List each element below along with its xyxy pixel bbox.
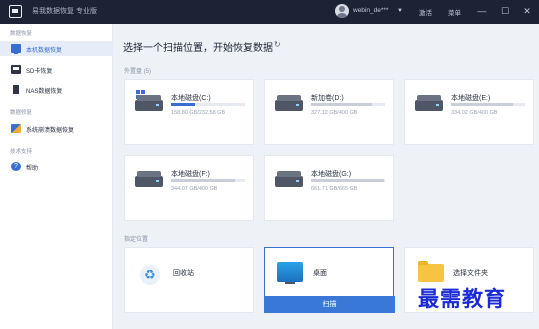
drive-usage-bar bbox=[451, 103, 525, 106]
drive-name: 本地磁盘(E:) bbox=[451, 95, 491, 102]
hard-drive-icon bbox=[415, 95, 443, 111]
sidebar-item-label: 帮助 bbox=[26, 166, 39, 172]
drive-size: 334.02 GB/400 GB bbox=[451, 110, 498, 116]
recycle-bin-icon bbox=[140, 265, 160, 285]
sidebar: 数据恢复 本机数据恢复 SD卡恢复 NAS数据恢复 数据修复 系统崩溃数据恢复 … bbox=[0, 24, 113, 329]
close-button[interactable]: ✕ bbox=[518, 3, 536, 20]
desktop-icon bbox=[277, 262, 303, 284]
sd-card-icon bbox=[11, 65, 21, 74]
drives-group-label: 外置盘 (5) bbox=[124, 69, 152, 75]
computer-icon bbox=[11, 44, 21, 54]
app-title: 易我数据恢复 专业版 bbox=[32, 8, 97, 15]
hard-drive-icon bbox=[135, 95, 163, 111]
sidebar-item-label: SD卡恢复 bbox=[26, 69, 53, 75]
user-avatar-icon[interactable] bbox=[335, 4, 349, 18]
sidebar-item-label: NAS数据恢复 bbox=[26, 89, 63, 95]
sidebar-item-label: 系统崩溃数据恢复 bbox=[26, 128, 75, 134]
drive-card-g[interactable]: 本地磁盘(G:) 661.71 GB/665 GB bbox=[264, 155, 394, 221]
watermark: 最需教育 bbox=[418, 286, 506, 311]
hard-drive-icon bbox=[275, 95, 303, 111]
section-title-support: 技术支持 bbox=[10, 149, 33, 155]
maximize-button[interactable]: ☐ bbox=[496, 3, 514, 20]
location-name: 选择文件夹 bbox=[453, 270, 488, 277]
drive-usage-bar bbox=[171, 179, 245, 182]
sidebar-item-help[interactable]: 帮助 bbox=[0, 159, 113, 174]
drive-card-e[interactable]: 本地磁盘(E:) 334.02 GB/400 GB bbox=[404, 79, 534, 145]
drive-usage-bar bbox=[171, 103, 245, 106]
sidebar-item-local-recovery[interactable]: 本机数据恢复 bbox=[0, 41, 113, 56]
hard-drive-icon bbox=[135, 171, 163, 187]
section-title-repair: 数据修复 bbox=[10, 110, 33, 116]
repair-tool-icon bbox=[11, 124, 21, 133]
drive-name: 本地磁盘(G:) bbox=[311, 171, 352, 178]
locations-group-label: 指定位置 bbox=[124, 237, 149, 243]
sidebar-item-sd-card[interactable]: SD卡恢复 bbox=[0, 62, 113, 77]
minimize-button[interactable]: — bbox=[473, 3, 491, 20]
drive-card-c[interactable]: 本地磁盘(C:) 158.80 GB/232.58 GB bbox=[124, 79, 254, 145]
location-name: 桌面 bbox=[313, 270, 327, 277]
user-dropdown-icon[interactable]: ▼ bbox=[397, 8, 403, 14]
sidebar-item-nas[interactable]: NAS数据恢复 bbox=[0, 82, 113, 97]
activate-link[interactable]: 激活 bbox=[419, 7, 432, 17]
drive-size: 158.80 GB/232.58 GB bbox=[171, 110, 226, 116]
drive-name: 新加卷(D:) bbox=[311, 95, 344, 102]
drive-usage-bar bbox=[311, 103, 385, 106]
drive-size: 327.12 GB/400 GB bbox=[311, 110, 358, 116]
sidebar-item-system-crash[interactable]: 系统崩溃数据恢复 bbox=[0, 121, 113, 136]
hard-drive-icon bbox=[275, 171, 303, 187]
sidebar-item-label: 本机数据恢复 bbox=[26, 48, 63, 54]
page-title: 选择一个扫描位置，开始恢复数据 bbox=[123, 43, 273, 54]
drive-size: 661.71 GB/665 GB bbox=[311, 186, 358, 192]
location-card-desktop[interactable]: 桌面 扫描 bbox=[264, 247, 395, 313]
user-name[interactable]: webin_de*** bbox=[353, 7, 388, 14]
drive-card-d[interactable]: 新加卷(D:) 327.12 GB/400 GB bbox=[264, 79, 394, 145]
drive-name: 本地磁盘(C:) bbox=[171, 95, 211, 102]
drive-size: 344.07 GB/400 GB bbox=[171, 186, 218, 192]
refresh-icon[interactable]: ↻ bbox=[274, 40, 281, 49]
section-title-recovery: 数据恢复 bbox=[10, 31, 33, 37]
help-icon bbox=[11, 162, 21, 171]
drive-card-f[interactable]: 本地磁盘(F:) 344.07 GB/400 GB bbox=[124, 155, 254, 221]
drive-usage-bar bbox=[311, 179, 385, 182]
app-logo-icon bbox=[9, 5, 22, 18]
folder-icon bbox=[418, 261, 444, 282]
location-card-recycle-bin[interactable]: 回收站 bbox=[124, 247, 254, 313]
menu-link[interactable]: 菜单 bbox=[448, 7, 461, 17]
scan-button[interactable]: 扫描 bbox=[264, 296, 395, 313]
nas-icon bbox=[13, 85, 19, 94]
location-name: 回收站 bbox=[173, 270, 194, 277]
title-bar: 易我数据恢复 专业版 webin_de*** ▼ 激活 菜单 — ☐ ✕ bbox=[0, 0, 539, 24]
drive-name: 本地磁盘(F:) bbox=[171, 171, 210, 178]
